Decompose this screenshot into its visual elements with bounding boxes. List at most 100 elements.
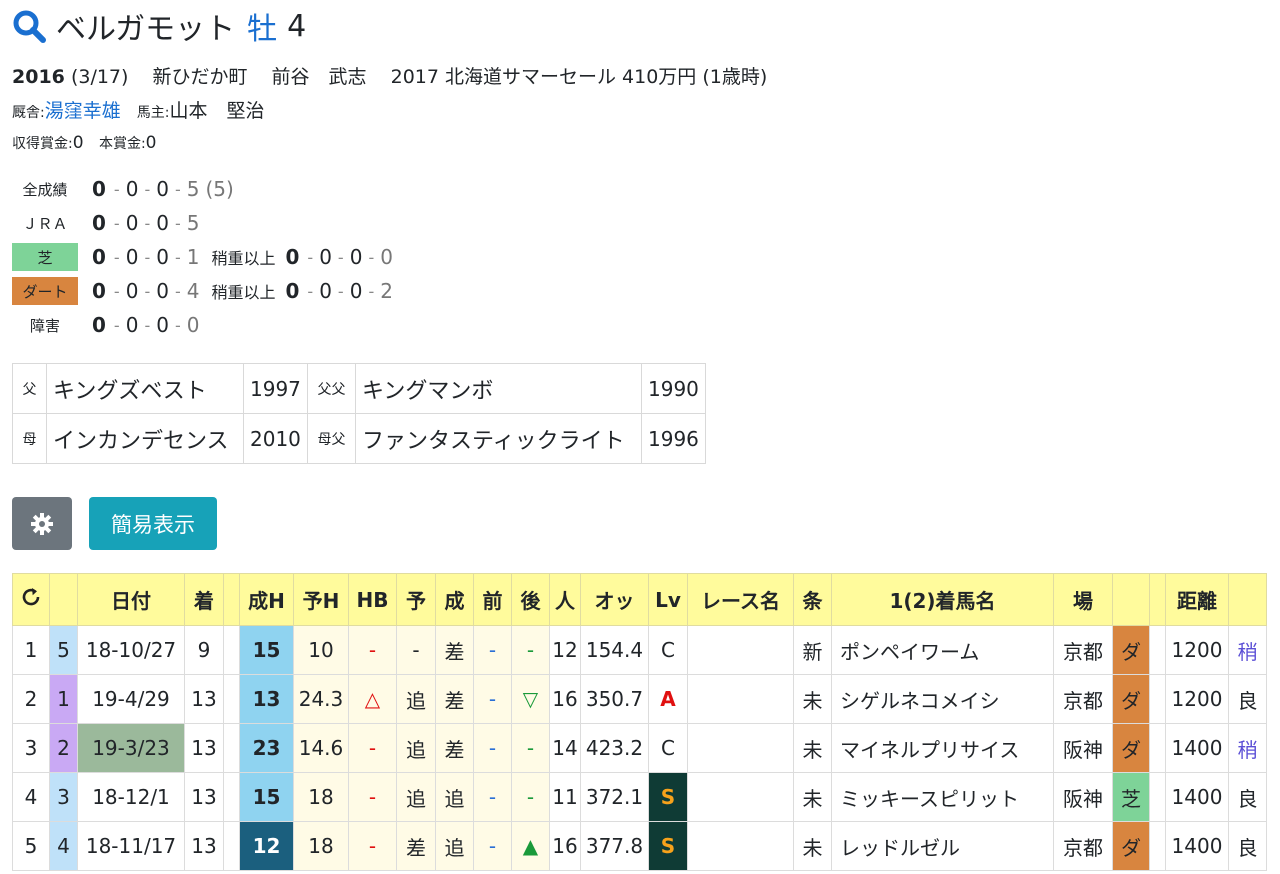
col-ato[interactable]: 後	[511, 573, 550, 626]
record-second: 0	[125, 177, 139, 201]
row-nin: 16	[549, 674, 581, 724]
col-yo[interactable]: 予	[396, 573, 436, 626]
pedigree-row: 父 キングズベスト 1997 父父 キングマンボ 1990	[12, 363, 706, 414]
row-date[interactable]: 19-4/29	[77, 674, 185, 724]
table-row[interactable]: 5 4 18-11/17 13 12 18 - 差 追 - ▲ 16 377.8…	[12, 821, 1267, 871]
row-lv: C	[648, 723, 688, 773]
prize-value: 0	[145, 133, 157, 153]
col-seih[interactable]: 成H	[239, 573, 294, 626]
row-dist: 1200	[1165, 674, 1229, 724]
record-sub-third: 0	[349, 245, 363, 269]
col-race[interactable]: レース名	[687, 573, 794, 626]
record-other: 0	[186, 313, 200, 337]
col-sei[interactable]: 成	[435, 573, 474, 626]
row-no: 5	[12, 821, 50, 871]
record-third: 0	[156, 279, 169, 303]
col-jo[interactable]: 条	[793, 573, 832, 626]
row-no: 4	[12, 772, 50, 822]
table-row[interactable]: 4 3 18-12/1 13 15 18 - 追 追 - - 11 372.1 …	[12, 772, 1267, 822]
col-waku[interactable]	[49, 573, 78, 626]
col-gap	[223, 573, 240, 626]
row-surface: ダ	[1112, 674, 1150, 724]
sire-sire-name[interactable]: キングマンボ	[355, 363, 642, 414]
col-odds[interactable]: オッ	[580, 573, 649, 626]
record-other: 5	[186, 211, 200, 235]
reload-icon	[22, 588, 40, 606]
row-no: 3	[12, 723, 50, 773]
dam-label: 母	[12, 413, 47, 464]
row-date[interactable]: 19-3/23	[77, 723, 185, 773]
pedigree-table: 父 キングズベスト 1997 父父 キングマンボ 1990 母 インカンデセンス…	[12, 363, 706, 464]
dam-name[interactable]: インカンデセンス	[46, 413, 244, 464]
row-winner[interactable]: ポンペイワーム	[831, 625, 1054, 675]
search-icon[interactable]	[12, 9, 46, 43]
record-row-dirt: ダート 0- 0- 0- 4 稍重以上 0- 0- 0- 2	[12, 276, 393, 306]
record-wins: 0	[92, 211, 106, 235]
row-race[interactable]	[687, 625, 794, 675]
race-history-table: 日付 着 成H 予H HB 予 成 前 後 人 オッ Lv レース名 条 1(2…	[12, 573, 1267, 871]
row-date[interactable]: 18-10/27	[77, 625, 185, 675]
table-row[interactable]: 1 5 18-10/27 9 15 10 - - 差 - - 12 154.4 …	[12, 625, 1267, 675]
col-dist[interactable]: 距離	[1165, 573, 1229, 626]
row-lv: S	[648, 772, 688, 822]
row-odds: 372.1	[580, 772, 649, 822]
row-place: 京都	[1053, 674, 1113, 724]
row-gap	[223, 723, 240, 773]
simple-view-button[interactable]: 簡易表示	[89, 497, 217, 550]
dam-year: 2010	[243, 413, 308, 464]
row-lv: S	[648, 821, 688, 871]
record-label: 芝	[12, 243, 78, 271]
row-mae: -	[473, 674, 512, 724]
row-odds: 350.7	[580, 674, 649, 724]
row-winner[interactable]: シゲルネコメイシ	[831, 674, 1054, 724]
settings-button[interactable]	[12, 497, 72, 550]
row-surface: 芝	[1112, 772, 1150, 822]
breeder: 前谷 武志	[271, 66, 367, 88]
row-odds: 423.2	[580, 723, 649, 773]
row-sei: 追	[435, 772, 474, 822]
col-place[interactable]: 場	[1053, 573, 1113, 626]
row-winner[interactable]: ミッキースピリット	[831, 772, 1054, 822]
table-row[interactable]: 3 2 19-3/23 13 23 14.6 - 追 差 - - 14 423.…	[12, 723, 1267, 773]
row-race[interactable]	[687, 821, 794, 871]
record-sub-wins: 0	[285, 245, 300, 269]
col-yoh[interactable]: 予H	[293, 573, 349, 626]
row-waku: 5	[49, 625, 78, 675]
col-nin[interactable]: 人	[549, 573, 581, 626]
reload-button[interactable]	[12, 573, 50, 626]
row-race[interactable]	[687, 674, 794, 724]
table-row[interactable]: 2 1 19-4/29 13 13 24.3 △ 追 差 - ▽ 16 350.…	[12, 674, 1267, 724]
row-yoh: 10	[293, 625, 349, 675]
row-winner[interactable]: マイネルプリサイス	[831, 723, 1054, 773]
row-winner[interactable]: レッドルゼル	[831, 821, 1054, 871]
sire-name[interactable]: キングズベスト	[46, 363, 244, 414]
col-mae[interactable]: 前	[473, 573, 512, 626]
trainer-link[interactable]: 湯窪幸雄	[45, 100, 121, 122]
row-baba: 良	[1228, 674, 1267, 724]
row-surface: ダ	[1112, 625, 1150, 675]
col-hb[interactable]: HB	[348, 573, 397, 626]
row-seih: 15	[239, 625, 294, 675]
record-sub-label: 稍重以上	[211, 283, 276, 302]
row-yoh: 14.6	[293, 723, 349, 773]
row-ato: ▽	[511, 674, 550, 724]
record-sub-second: 0	[319, 245, 332, 269]
col-rank[interactable]: 着	[184, 573, 224, 626]
row-date[interactable]: 18-11/17	[77, 821, 185, 871]
row-gap2	[1149, 674, 1166, 724]
gear-icon	[31, 512, 53, 535]
row-date[interactable]: 18-12/1	[77, 772, 185, 822]
row-race[interactable]	[687, 723, 794, 773]
col-date[interactable]: 日付	[77, 573, 185, 626]
col-lv[interactable]: Lv	[648, 573, 688, 626]
dam-sire-name[interactable]: ファンタスティックライト	[355, 413, 642, 464]
row-yo: 追	[396, 674, 436, 724]
col-winner[interactable]: 1(2)着馬名	[831, 573, 1054, 626]
record-wins: 0	[92, 245, 106, 269]
birth-year: 2016	[12, 66, 65, 88]
record-sub-third: 0	[349, 279, 363, 303]
row-race[interactable]	[687, 772, 794, 822]
row-waku: 1	[49, 674, 78, 724]
row-yo: 追	[396, 772, 436, 822]
row-baba: 良	[1228, 821, 1267, 871]
